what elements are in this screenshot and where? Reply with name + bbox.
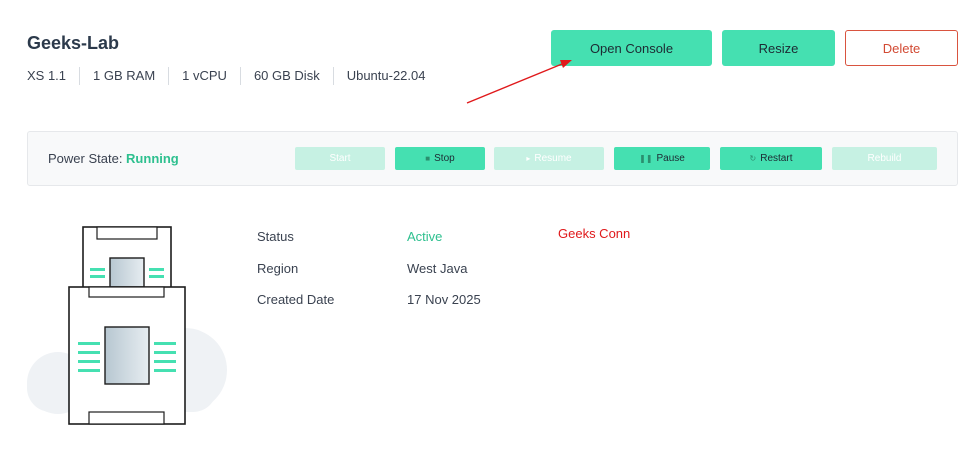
region-value: West Java [407, 261, 468, 276]
created-date-value: 17 Nov 2025 [407, 292, 481, 307]
created-date-label: Created Date [257, 292, 335, 307]
status-value: Active [407, 229, 443, 244]
annotation-text: Geeks Conn [558, 226, 631, 241]
status-label: Status [257, 229, 294, 244]
server-illustration [27, 226, 227, 425]
device-main-module [68, 286, 186, 425]
vm-detail-page: Geeks-Lab XS 1.1 1 GB RAM 1 vCPU 60 GB D… [0, 0, 971, 451]
region-label: Region [257, 261, 299, 276]
